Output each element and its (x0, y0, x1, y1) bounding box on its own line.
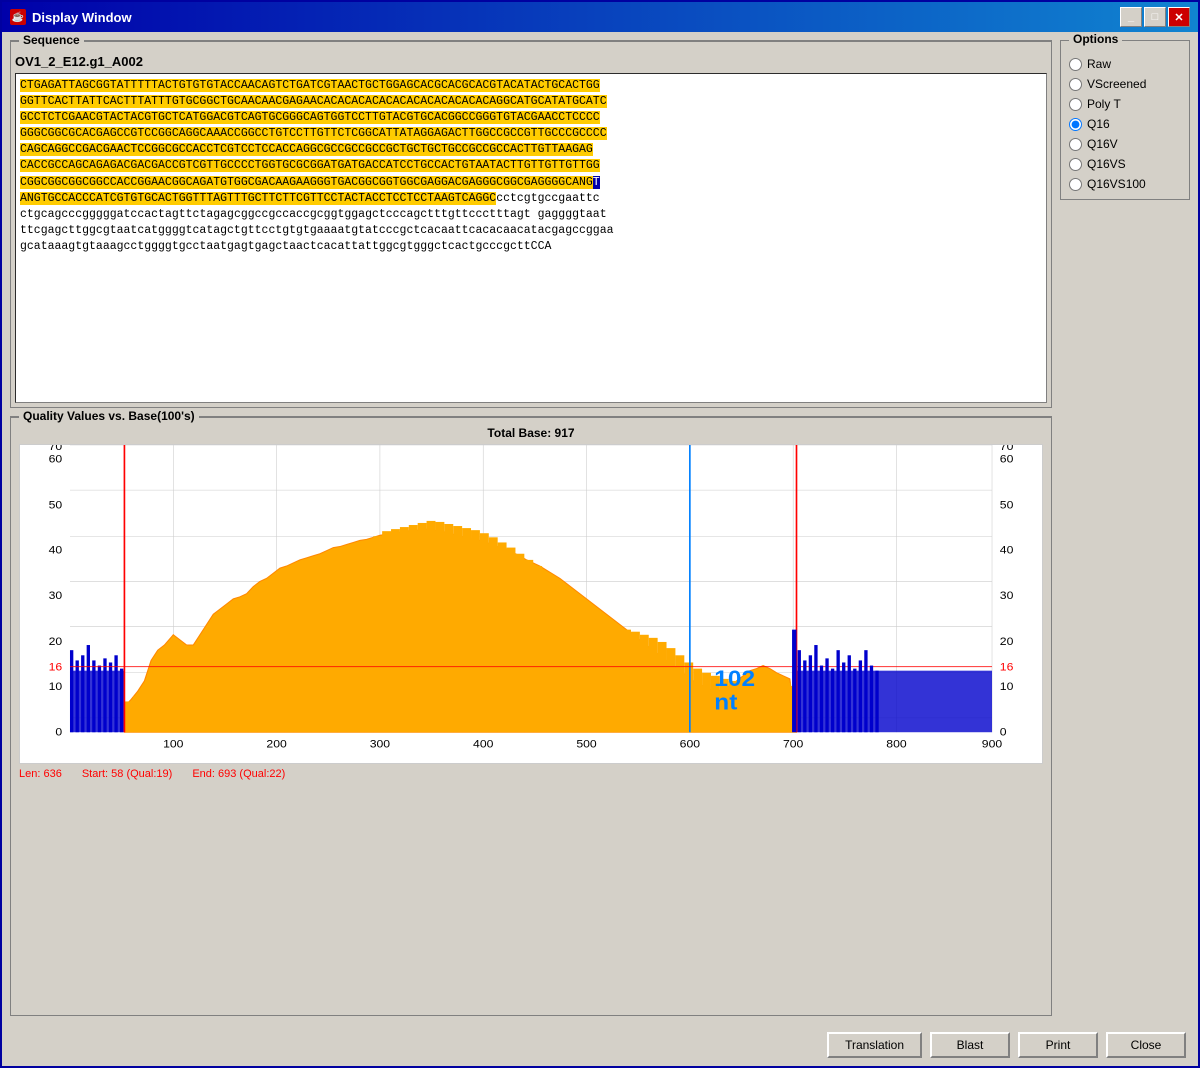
svg-text:100: 100 (163, 738, 184, 750)
svg-text:10: 10 (1000, 681, 1014, 693)
option-q16v-label: Q16V (1087, 137, 1118, 151)
close-button[interactable]: Close (1106, 1032, 1186, 1058)
blast-button[interactable]: Blast (930, 1032, 1010, 1058)
sequence-text-area[interactable]: CTGAGATTAGCGGTATTTTTACTGTGTGTACCAACAGTCT… (15, 73, 1047, 403)
sequence-group-label: Sequence (19, 33, 84, 47)
main-panel: Sequence OV1_2_E12.g1_A002 CTGAGATTAGCGG… (10, 40, 1052, 1016)
title-buttons: _ □ ✕ (1120, 7, 1190, 27)
svg-text:50: 50 (1000, 499, 1014, 511)
radio-raw[interactable] (1069, 58, 1082, 71)
svg-text:16: 16 (1000, 661, 1014, 673)
sequence-highlighted: CTGAGATTAGCGGTATTTTTACTGTGTGTACCAACAGTCT… (20, 79, 413, 92)
radio-poly-t[interactable] (1069, 98, 1082, 111)
svg-text:0: 0 (55, 726, 62, 738)
option-poly-t-label: Poly T (1087, 97, 1121, 111)
bottom-bar: Translation Blast Print Close (2, 1024, 1198, 1066)
radio-q16vs[interactable] (1069, 158, 1082, 171)
options-group-box: Options Raw VScreened Poly T Q16 (1060, 40, 1190, 200)
option-vscreened[interactable]: VScreened (1069, 77, 1181, 91)
restore-button[interactable]: □ (1144, 7, 1166, 27)
options-group-label: Options (1069, 32, 1122, 46)
option-q16vs[interactable]: Q16VS (1069, 157, 1181, 171)
chart-group-label: Quality Values vs. Base(100's) (19, 409, 199, 423)
svg-text:0: 0 (1000, 726, 1007, 738)
svg-text:102: 102 (714, 666, 755, 691)
sequence-highlighted-2: CACGCACGCACGTACATACTGCACTGGGGTTCACTTATTC… (20, 79, 607, 189)
option-q16-label: Q16 (1087, 117, 1110, 131)
window-title: Display Window (32, 10, 132, 25)
svg-text:60: 60 (1000, 453, 1014, 465)
svg-text:900: 900 (982, 738, 1003, 750)
svg-text:60: 60 (49, 453, 63, 465)
main-window: ☕ Display Window _ □ ✕ Sequence OV1_2_E1… (0, 0, 1200, 1068)
option-raw-label: Raw (1087, 57, 1111, 71)
radio-q16v[interactable] (1069, 138, 1082, 151)
svg-text:800: 800 (886, 738, 907, 750)
radio-vscreened[interactable] (1069, 78, 1082, 91)
sequence-group-box: Sequence OV1_2_E12.g1_A002 CTGAGATTAGCGG… (10, 40, 1052, 408)
app-icon: ☕ (10, 9, 26, 25)
sequence-name: OV1_2_E12.g1_A002 (15, 54, 1047, 69)
close-window-button[interactable]: ✕ (1168, 7, 1190, 27)
svg-text:50: 50 (49, 499, 63, 511)
option-q16vs100-label: Q16VS100 (1087, 177, 1146, 191)
svg-text:30: 30 (49, 589, 63, 601)
svg-text:20: 20 (1000, 635, 1014, 647)
quality-chart: 0 10 16 20 30 40 50 60 70 0 10 16 (20, 445, 1042, 763)
svg-text:40: 40 (49, 544, 63, 556)
svg-text:400: 400 (473, 738, 494, 750)
minimize-button[interactable]: _ (1120, 7, 1142, 27)
title-bar-left: ☕ Display Window (10, 9, 132, 25)
radio-q16[interactable] (1069, 118, 1082, 131)
svg-text:700: 700 (783, 738, 804, 750)
chart-container: 0 10 16 20 30 40 50 60 70 0 10 16 (19, 444, 1043, 764)
title-bar: ☕ Display Window _ □ ✕ (2, 2, 1198, 32)
svg-text:500: 500 (576, 738, 597, 750)
svg-text:600: 600 (680, 738, 701, 750)
svg-text:300: 300 (370, 738, 391, 750)
svg-text:70: 70 (1000, 445, 1014, 453)
options-panel: Options Raw VScreened Poly T Q16 (1060, 40, 1190, 1016)
chart-len: Len: 636 (19, 768, 62, 780)
chart-stats: Len: 636 Start: 58 (Qual:19) End: 693 (Q… (19, 768, 1043, 780)
option-q16vs-label: Q16VS (1087, 157, 1126, 171)
chart-group-box: Quality Values vs. Base(100's) Total Bas… (10, 416, 1052, 1016)
svg-text:40: 40 (1000, 544, 1014, 556)
translation-button[interactable]: Translation (827, 1032, 922, 1058)
svg-text:20: 20 (49, 635, 63, 647)
option-raw[interactable]: Raw (1069, 57, 1181, 71)
option-q16[interactable]: Q16 (1069, 117, 1181, 131)
content-area: Sequence OV1_2_E12.g1_A002 CTGAGATTAGCGG… (2, 32, 1198, 1024)
chart-title: Total Base: 917 (19, 426, 1043, 440)
sequence-selected: T (593, 176, 600, 189)
radio-q16vs100[interactable] (1069, 178, 1082, 191)
option-vscreened-label: VScreened (1087, 77, 1146, 91)
chart-start: Start: 58 (Qual:19) (82, 768, 173, 780)
svg-text:10: 10 (49, 681, 63, 693)
svg-text:30: 30 (1000, 589, 1014, 601)
option-q16vs100[interactable]: Q16VS100 (1069, 177, 1181, 191)
option-poly-t[interactable]: Poly T (1069, 97, 1181, 111)
option-q16v[interactable]: Q16V (1069, 137, 1181, 151)
svg-text:16: 16 (49, 661, 63, 673)
print-button[interactable]: Print (1018, 1032, 1098, 1058)
svg-text:200: 200 (266, 738, 287, 750)
svg-text:nt: nt (714, 690, 737, 715)
sequence-highlighted-3: ANGTGCCACCCATCGTGTGCACTGGTTTAGTTTGCTTCTT… (20, 192, 496, 205)
chart-end: End: 693 (Qual:22) (192, 768, 285, 780)
svg-text:70: 70 (49, 445, 63, 453)
